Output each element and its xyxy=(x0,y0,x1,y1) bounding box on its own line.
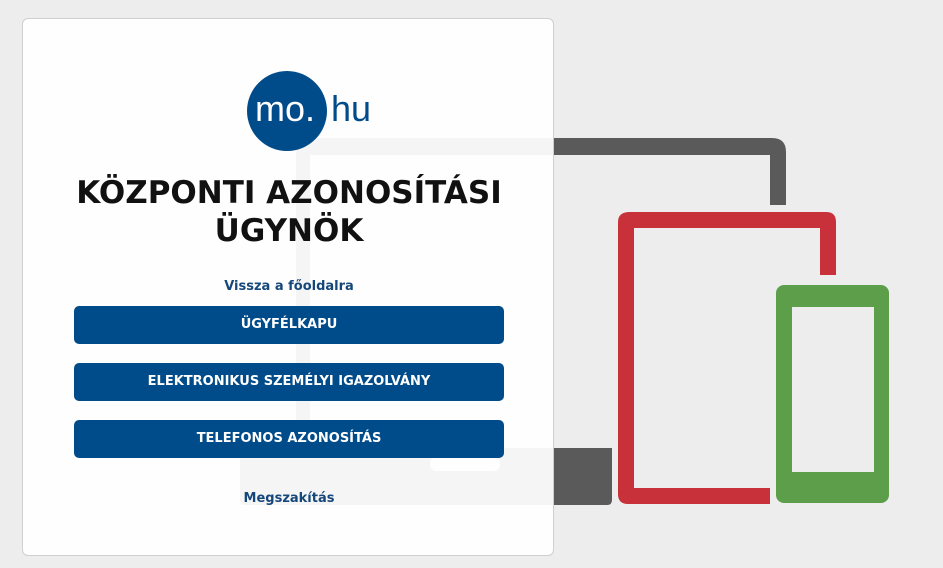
logo-text-hu: hu xyxy=(331,88,372,129)
eszemelyi-button[interactable]: ELEKTRONIKUS SZEMÉLYI IGAZOLVÁNY xyxy=(74,363,504,401)
ugyfelkapu-button[interactable]: ÜGYFÉLKAPU xyxy=(74,306,504,344)
mo-hu-logo[interactable]: mo. hu xyxy=(247,71,381,153)
login-card: mo. hu KÖZPONTI AZONOSÍTÁSI ÜGYNÖK Vissz… xyxy=(22,18,554,556)
back-to-home-link[interactable]: Vissza a főoldalra xyxy=(23,279,555,294)
page-title: KÖZPONTI AZONOSÍTÁSI ÜGYNÖK xyxy=(23,174,555,250)
page-title-line2: ÜGYNÖK xyxy=(214,213,364,249)
phone-auth-button[interactable]: TELEFONOS AZONOSÍTÁS xyxy=(74,420,504,458)
logo-text-mo: mo. xyxy=(255,88,316,129)
page-title-line1: KÖZPONTI AZONOSÍTÁSI xyxy=(76,175,502,211)
cancel-link[interactable]: Megszakítás xyxy=(23,491,555,506)
